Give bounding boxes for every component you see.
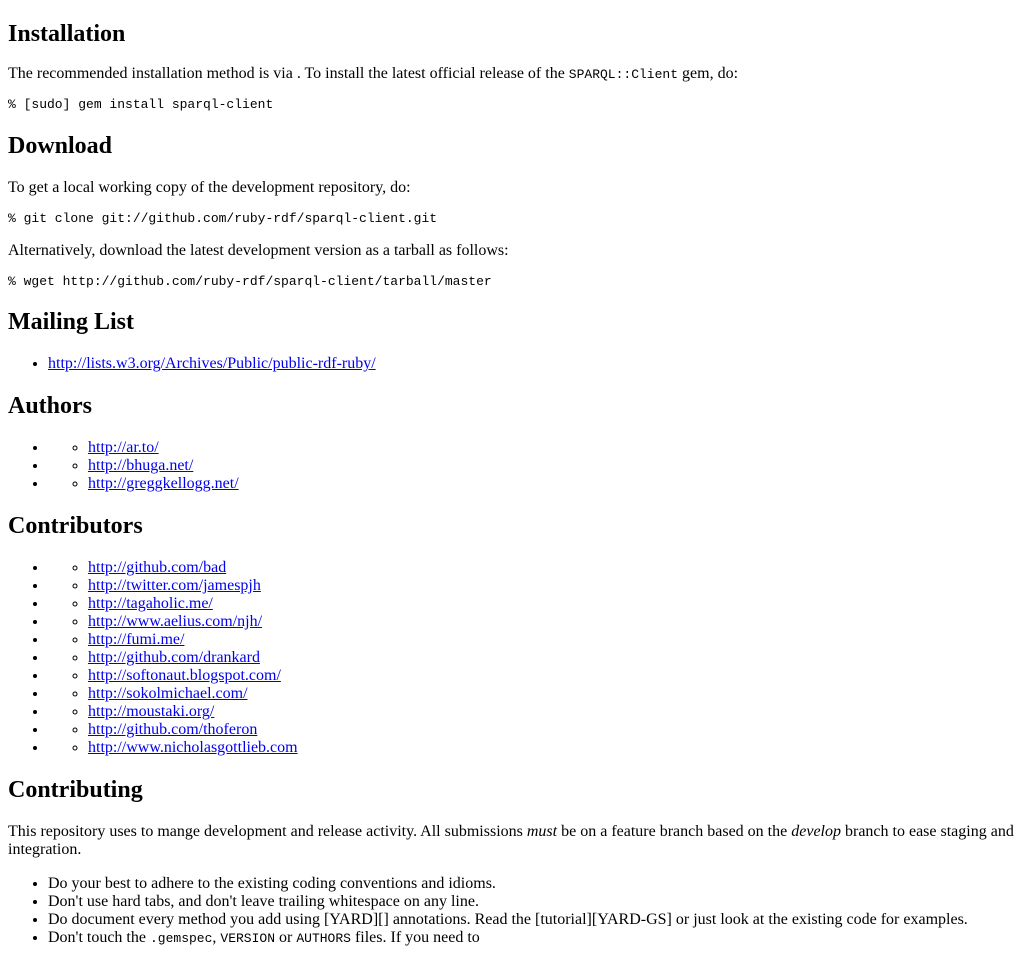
list-item: http://sokolmichael.com/ [88, 685, 1008, 703]
contributor-link[interactable]: http://moustaki.org/ [88, 703, 214, 720]
authors-list: http://ar.to/ http://bhuga.net/ http://g… [8, 439, 1008, 493]
list-item: http://moustaki.org/ [88, 703, 1008, 721]
list-item: http://tagaholic.me/ [48, 595, 1008, 613]
list-item: http://ar.to/ [88, 439, 1008, 457]
mailing-list-link[interactable]: http://lists.w3.org/Archives/Public/publ… [48, 355, 376, 372]
list-item: http://www.nicholasgottlieb.com [88, 739, 1008, 757]
must-emphasis: must [526, 823, 558, 840]
list-item: http://greggkellogg.net/ [88, 475, 1008, 493]
contributor-link[interactable]: http://twitter.com/jamespjh [88, 577, 261, 594]
list-item: Don't use hard tabs, and don't leave tra… [48, 893, 1018, 911]
authors-heading: Authors [8, 393, 93, 419]
gemspec-code: .gemspec [149, 931, 213, 946]
list-item: http://softonaut.blogspot.com/ [48, 667, 1008, 685]
contributor-link[interactable]: http://github.com/bad [88, 559, 226, 576]
contributing-intro-text: be on a feature branch based on the [557, 823, 792, 840]
list-item: http://github.com/bad [48, 559, 1008, 577]
list-item: Do document every method you add using [… [48, 911, 1018, 929]
contributor-link[interactable]: http://github.com/drankard [88, 649, 260, 666]
download-alt-text: Alternatively, download the latest devel… [8, 242, 509, 259]
contributors-heading: Contributors [8, 513, 143, 539]
list-item: Don't touch the .gemspec, VERSION or AUT… [48, 929, 1018, 948]
contributor-link[interactable]: http://tagaholic.me/ [88, 595, 213, 612]
contributor-link[interactable]: http://www.aelius.com/njh/ [88, 613, 262, 630]
contributor-link[interactable]: http://softonaut.blogspot.com/ [88, 667, 281, 684]
list-item: http://lists.w3.org/Archives/Public/publ… [48, 355, 1008, 373]
list-item: http://www.aelius.com/njh/ [88, 613, 1008, 631]
list-item: http://softonaut.blogspot.com/ [88, 667, 1008, 685]
develop-emphasis: develop [791, 823, 841, 840]
list-item: http://tagaholic.me/ [88, 595, 1008, 613]
list-item: http://github.com/thoferon [48, 721, 1008, 739]
list-item: http://moustaki.org/ [48, 703, 1008, 721]
list-item: Do your best to adhere to the existing c… [48, 875, 1018, 893]
installation-heading: Installation [8, 21, 126, 47]
installation-intro-tail: gem, do: [678, 65, 739, 82]
contributor-link[interactable]: http://sokolmichael.com/ [88, 685, 248, 702]
download-intro: To get a local working copy of the devel… [8, 179, 411, 196]
mailing-list-heading: Mailing List [8, 309, 135, 335]
contributors-list: http://github.com/bad http://twitter.com… [8, 559, 1008, 757]
guideline-text: or [275, 929, 297, 946]
list-item: http://fumi.me/ [48, 631, 1008, 649]
list-item: http://bhuga.net/ [48, 457, 1008, 475]
author-link[interactable]: http://bhuga.net/ [88, 457, 193, 474]
contributing-heading: Contributing [8, 777, 143, 803]
list-item: http://greggkellogg.net/ [48, 475, 1008, 493]
list-item: http://github.com/bad [88, 559, 1008, 577]
list-item: http://sokolmichael.com/ [48, 685, 1008, 703]
guideline-text: files. If you need to [350, 929, 480, 946]
sparql-client-code: SPARQL::Client [568, 67, 679, 82]
version-code: VERSION [220, 931, 276, 946]
contributing-guidelines: Do your best to adhere to the existing c… [8, 875, 1018, 948]
installation-intro-text: The recommended installation method is v… [8, 65, 569, 82]
installation-intro: The recommended installation method is v… [8, 65, 1016, 84]
list-item: http://fumi.me/ [88, 631, 1008, 649]
git-clone-command: % git clone git://github.com/ruby-rdf/sp… [8, 211, 438, 226]
contributor-link[interactable]: http://github.com/thoferon [88, 721, 257, 738]
list-item: http://twitter.com/jamespjh [88, 577, 1008, 595]
contributor-link[interactable]: http://www.nicholasgottlieb.com [88, 739, 298, 756]
list-item: http://bhuga.net/ [88, 457, 1008, 475]
contributing-intro: This repository uses to mange developmen… [8, 823, 1018, 859]
contributing-intro-text: This repository uses to mange developmen… [8, 823, 527, 840]
wget-command: % wget http://github.com/ruby-rdf/sparql… [8, 274, 492, 289]
author-link[interactable]: http://greggkellogg.net/ [88, 475, 239, 492]
mailing-list-links: http://lists.w3.org/Archives/Public/publ… [8, 355, 1008, 373]
list-item: http://www.aelius.com/njh/ [48, 613, 1008, 631]
list-item: http://ar.to/ [48, 439, 1008, 457]
list-item: http://twitter.com/jamespjh [48, 577, 1008, 595]
list-item: http://github.com/drankard [48, 649, 1008, 667]
gem-install-command: % [sudo] gem install sparql-client [8, 97, 274, 112]
download-heading: Download [8, 133, 113, 159]
list-item: http://github.com/drankard [88, 649, 1008, 667]
author-link[interactable]: http://ar.to/ [88, 439, 159, 456]
authors-code: AUTHORS [296, 931, 351, 946]
contributor-link[interactable]: http://fumi.me/ [88, 631, 184, 648]
readme-page: Installation The recommended installatio… [0, 0, 1024, 946]
list-item: http://www.nicholasgottlieb.com [48, 739, 1008, 757]
list-item: http://github.com/thoferon [88, 721, 1008, 739]
guideline-text: Don't touch the [48, 929, 150, 946]
